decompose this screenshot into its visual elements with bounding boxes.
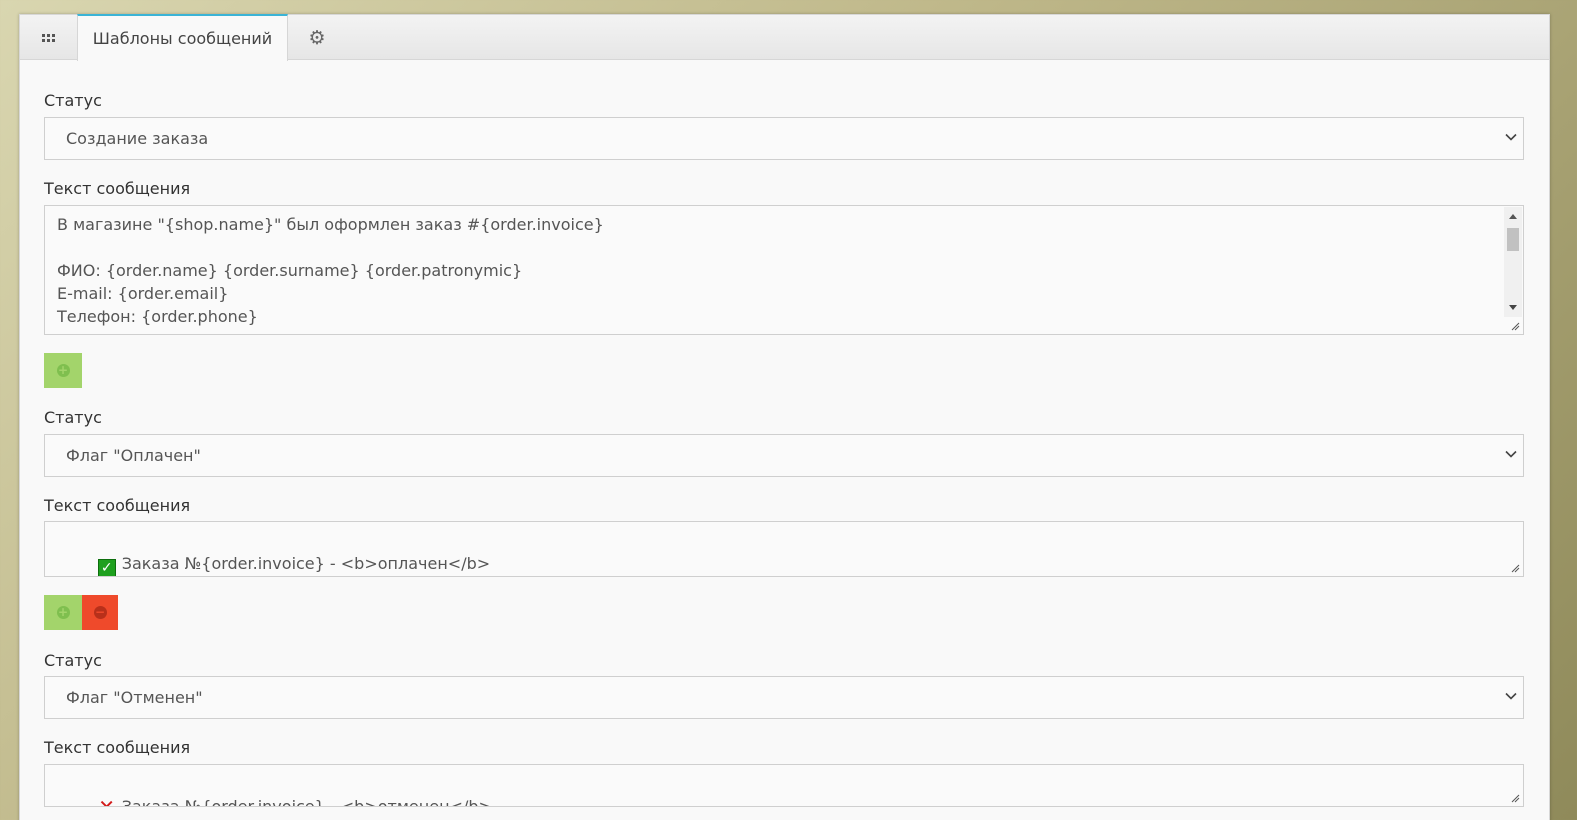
status-select[interactable]: Создание заказа — [44, 117, 1524, 160]
tab-label: Шаблоны сообщений — [92, 29, 273, 48]
status-select-value: Флаг "Оплачен" — [66, 446, 201, 465]
message-text: Заказа №{order.invoice} - <b>отменен</b> — [121, 797, 492, 807]
resize-handle-icon[interactable] — [1510, 563, 1520, 573]
message-text-label: Текст сообщения — [44, 738, 191, 757]
status-label: Статус — [44, 651, 102, 670]
status-select-value: Создание заказа — [66, 129, 209, 148]
add-template-button[interactable]: + — [44, 353, 82, 388]
add-template-button[interactable]: + — [44, 595, 82, 630]
remove-template-button[interactable]: − — [82, 595, 118, 630]
message-line — [57, 236, 1511, 259]
resize-handle-icon[interactable] — [1510, 793, 1520, 803]
scroll-down-icon[interactable] — [1509, 305, 1517, 310]
message-line: Телефон: {order.phone} — [57, 307, 258, 326]
resize-handle-icon[interactable] — [1510, 321, 1520, 331]
tab-settings[interactable]: ⚙ — [302, 15, 332, 60]
tab-message-templates[interactable]: Шаблоны сообщений — [77, 14, 288, 61]
minus-circle-icon: − — [93, 605, 107, 619]
message-text-area[interactable]: ✓ Заказа №{order.invoice} - <b>оплачен</b… — [44, 521, 1524, 577]
textarea-scrollbar[interactable] — [1504, 207, 1522, 317]
scroll-up-icon[interactable] — [1509, 214, 1517, 219]
plus-circle-icon: + — [56, 605, 70, 619]
chevron-down-icon — [1505, 133, 1517, 141]
message-line: В магазине "{shop.name}" был оформлен за… — [57, 215, 604, 234]
message-text-label: Текст сообщения — [44, 179, 191, 198]
status-select[interactable]: Флаг "Отменен" — [44, 676, 1524, 719]
scroll-thumb[interactable] — [1507, 228, 1519, 251]
message-text-label: Текст сообщения — [44, 496, 191, 515]
settings-panel: Шаблоны сообщений ⚙ Статус Создание зака… — [19, 14, 1550, 820]
status-label: Статус — [44, 408, 102, 427]
chevron-down-icon — [1505, 692, 1517, 700]
chevron-down-icon — [1505, 450, 1517, 458]
cross-mark-icon: ✕ — [98, 795, 116, 807]
message-line: ФИО: {order.name} {order.surname} {order… — [57, 261, 523, 280]
check-mark-icon: ✓ — [97, 559, 116, 576]
grid-icon — [42, 33, 55, 42]
tab-grid[interactable] — [20, 15, 77, 60]
status-select[interactable]: Флаг "Оплачен" — [44, 434, 1524, 477]
message-text-area[interactable]: В магазине "{shop.name}" был оформлен за… — [44, 205, 1524, 335]
plus-circle-icon: + — [56, 363, 70, 377]
message-text-area[interactable]: ✕ Заказа №{order.invoice} - <b>отменен</b… — [44, 764, 1524, 807]
status-label: Статус — [44, 91, 102, 110]
message-line: E-mail: {order.email} — [57, 284, 229, 303]
status-select-value: Флаг "Отменен" — [66, 688, 203, 707]
message-text: Заказа №{order.invoice} - <b>оплачен</b> — [121, 554, 491, 573]
gear-icon: ⚙ — [308, 26, 326, 49]
tab-bar: Шаблоны сообщений ⚙ — [20, 14, 1549, 61]
